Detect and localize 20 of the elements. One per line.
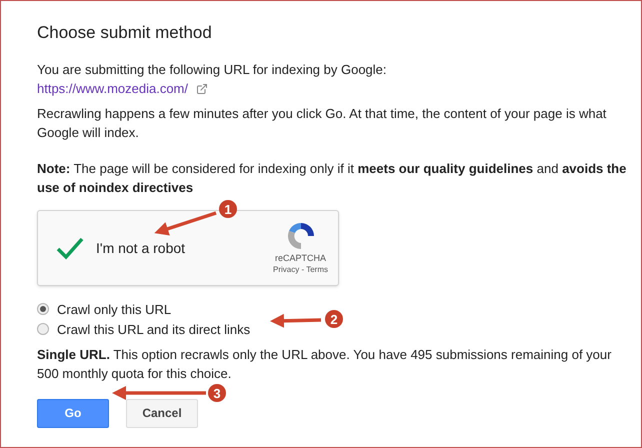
captcha-brand: reCAPTCHA — [275, 252, 326, 264]
description-text: Single URL. This option recrawls only the URL above. You have 495 submissions remaining of your 500 monthly quota for this choice. — [37, 346, 612, 383]
radio-label: Crawl this URL and its direct links — [57, 320, 250, 338]
number-marker: 1 — [219, 200, 237, 218]
cancel-button[interactable]: Cancel — [126, 399, 198, 428]
url-link[interactable]: https://www.mozedia.com/ — [37, 79, 188, 98]
note-text: Note: The page will be considered for indexing only if it meets our quality guidelines and avoids the use of noindex directives — [37, 160, 628, 197]
number-marker: 3 — [208, 384, 226, 402]
captcha-links[interactable]: Privacy - Terms — [273, 264, 328, 276]
captcha-label: I'm not a robot — [96, 238, 186, 258]
radio-button[interactable] — [37, 303, 49, 315]
annotation-arrow — [154, 211, 217, 236]
radio-button[interactable] — [37, 323, 49, 335]
intro-text: You are submitting the following URL for indexing by Google: — [37, 61, 387, 79]
annotation-arrow — [270, 314, 322, 328]
radio-label: Crawl only this URL — [57, 300, 172, 318]
dialog-title: Choose submit method — [37, 23, 212, 43]
number-marker: 2 — [325, 310, 343, 328]
external-link-icon[interactable] — [196, 82, 208, 94]
recrawl-text: Recrawling happens a few minutes after you click Go. At that time, the content of your page is what Google will index. — [37, 105, 608, 142]
